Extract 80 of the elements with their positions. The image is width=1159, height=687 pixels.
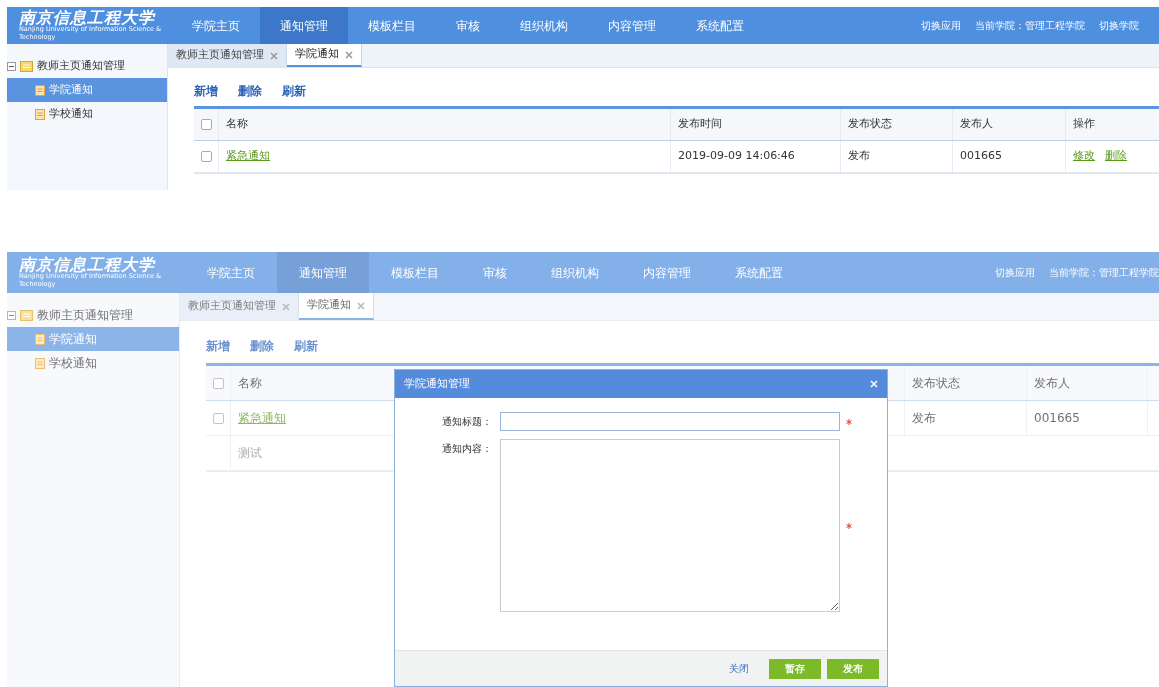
tree-item[interactable]: 学校通知 (7, 351, 179, 375)
checkbox[interactable] (212, 377, 224, 389)
clipboard-icon (35, 333, 45, 345)
tree-item-label: 学校通知 (49, 355, 97, 372)
input-field[interactable] (500, 412, 840, 431)
logo-text: 南京信息工程大学 (19, 257, 185, 274)
toolbar-button[interactable]: 删除 (238, 82, 262, 100)
close-icon (282, 302, 290, 311)
checkbox[interactable] (212, 412, 224, 424)
tree-item[interactable]: 学校通知 (7, 102, 167, 126)
nav-item[interactable]: 组织机构 (529, 252, 621, 293)
field-label: 通知内容： (441, 442, 492, 456)
toolbar-button[interactable]: 刷新 (294, 337, 318, 355)
toolbar-button[interactable]: 新增 (206, 337, 230, 355)
tab[interactable]: 学院通知 (287, 44, 362, 67)
header-link[interactable]: 切换应用 (995, 265, 1035, 280)
nav-item[interactable]: 模板栏目 (369, 252, 461, 293)
header-link[interactable]: 切换应用 (921, 18, 961, 33)
table-cell-text: 测试 (238, 445, 262, 462)
header-link[interactable]: 切换学院 (1099, 18, 1139, 33)
nav-item[interactable]: 内容管理 (621, 252, 713, 293)
field-label: 通知标题： (441, 415, 492, 429)
nav-item[interactable]: 组织机构 (500, 7, 588, 44)
checkbox[interactable] (200, 151, 212, 162)
dialog-button[interactable]: 关闭 (723, 660, 755, 677)
clipboard-icon (35, 357, 45, 369)
header-link[interactable]: 当前学院：管理工程学院 (975, 18, 1085, 33)
nav-item[interactable]: 审核 (461, 252, 529, 293)
dialog-title: 学院通知管理 (404, 375, 470, 392)
header-link[interactable]: 当前学院：管理工程学院 (1049, 265, 1159, 280)
table-cell: 001665 (952, 141, 1065, 172)
checkbox[interactable] (200, 119, 212, 130)
tree-item[interactable]: 学院通知 (7, 78, 167, 102)
tree-item-label: 学校通知 (49, 105, 93, 122)
column-header: 操作 (1065, 109, 1159, 140)
nav-item[interactable]: 通知管理 (277, 252, 369, 293)
close-icon[interactable] (870, 380, 878, 388)
action-link[interactable]: 删除 (1105, 148, 1127, 165)
table-cell: 发布 (840, 141, 952, 172)
logo-text: 南京信息工程大学 (19, 10, 172, 27)
toolbar-button[interactable]: 刷新 (282, 82, 306, 100)
tree-item[interactable]: 教师主页通知管理 (37, 306, 133, 324)
column-header: 发布状态 (904, 366, 1026, 400)
close-icon (357, 301, 365, 310)
column-header: 发布人 (952, 109, 1065, 140)
close-icon (270, 51, 278, 60)
table-cell: 2019-09-09 14:06:46 (670, 141, 840, 172)
tree-item-label: 学院通知 (49, 81, 93, 98)
column-header: 发布状态 (840, 109, 952, 140)
notice-link[interactable]: 紧急通知 (238, 409, 286, 427)
action-link[interactable]: 修改 (1073, 148, 1095, 165)
nav-item[interactable]: 系统配置 (676, 7, 764, 44)
nav-item[interactable]: 学院主页 (172, 7, 260, 44)
clipboard-icon (35, 84, 45, 96)
table-cell: 001665 (1026, 401, 1147, 435)
tab[interactable]: 学院通知 (299, 293, 374, 320)
toolbar-button[interactable]: 新增 (194, 82, 218, 100)
close-icon (345, 50, 353, 59)
clipboard-icon (35, 108, 45, 120)
dialog-button[interactable]: 发布 (827, 658, 879, 679)
column-header: 发布时间 (670, 109, 840, 140)
table-cell: 发布 (904, 401, 1026, 435)
dialog-button[interactable]: 暂存 (769, 658, 821, 679)
nav-item[interactable]: 模板栏目 (348, 7, 436, 44)
tree-item-label: 学院通知 (49, 331, 97, 348)
tree-item[interactable]: 学院通知 (7, 327, 179, 351)
nav-item[interactable]: 内容管理 (588, 7, 676, 44)
tab[interactable]: 教师主页通知管理 (180, 293, 299, 320)
toolbar-button[interactable]: 删除 (250, 337, 274, 355)
column-header: 发布人 (1026, 366, 1147, 400)
tab[interactable]: 教师主页通知管理 (168, 44, 287, 67)
column-header: 名称 (218, 109, 670, 140)
folder-icon (20, 309, 33, 321)
nav-item[interactable]: 通知管理 (260, 7, 348, 44)
tree-item[interactable]: 教师主页通知管理 (37, 57, 125, 75)
folder-icon (20, 60, 33, 72)
nav-item[interactable]: 审核 (436, 7, 500, 44)
nav-item[interactable]: 系统配置 (713, 252, 805, 293)
nav-item[interactable]: 学院主页 (185, 252, 277, 293)
notice-link[interactable]: 紧急通知 (226, 148, 270, 165)
